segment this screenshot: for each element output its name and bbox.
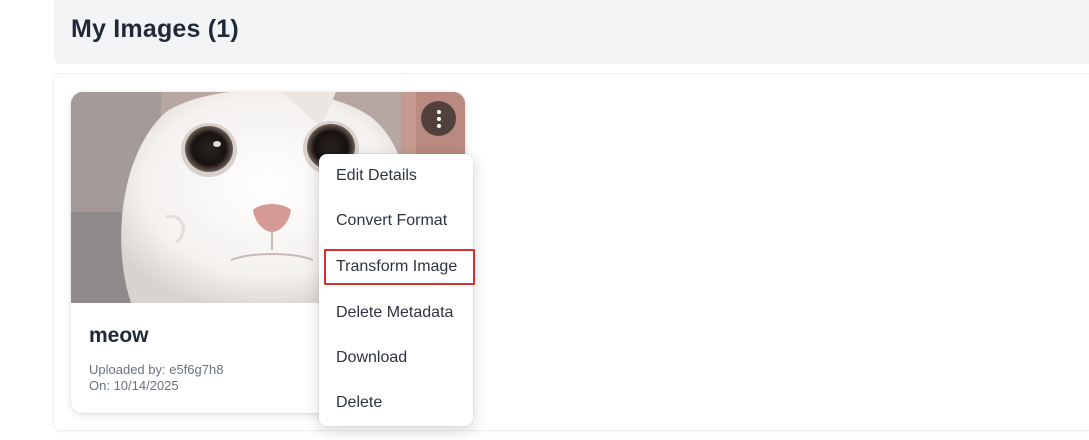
more-options-button[interactable] [421, 101, 456, 136]
page-header: My Images (1) [54, 0, 1089, 64]
image-card[interactable]: meow Uploaded by: e5f6g7h8 On: 10/14/202… [71, 92, 475, 426]
image-options-menu: Edit Details Convert Format Transform Im… [319, 154, 475, 426]
menu-item-convert-format[interactable]: Convert Format [319, 203, 473, 239]
kebab-vertical-icon [436, 109, 441, 128]
image-name: meow [89, 324, 149, 347]
image-gallery: meow Uploaded by: e5f6g7h8 On: 10/14/202… [54, 74, 1089, 430]
page-title: My Images (1) [71, 15, 239, 43]
menu-item-delete[interactable]: Delete [319, 385, 473, 421]
menu-item-download[interactable]: Download [319, 340, 473, 376]
menu-item-transform-image[interactable]: Transform Image [319, 249, 475, 285]
menu-item-edit-details[interactable]: Edit Details [319, 158, 473, 194]
uploaded-by: Uploaded by: e5f6g7h8 [89, 362, 224, 377]
menu-item-delete-metadata[interactable]: Delete Metadata [319, 295, 473, 331]
upload-date: On: 10/14/2025 [89, 378, 179, 393]
